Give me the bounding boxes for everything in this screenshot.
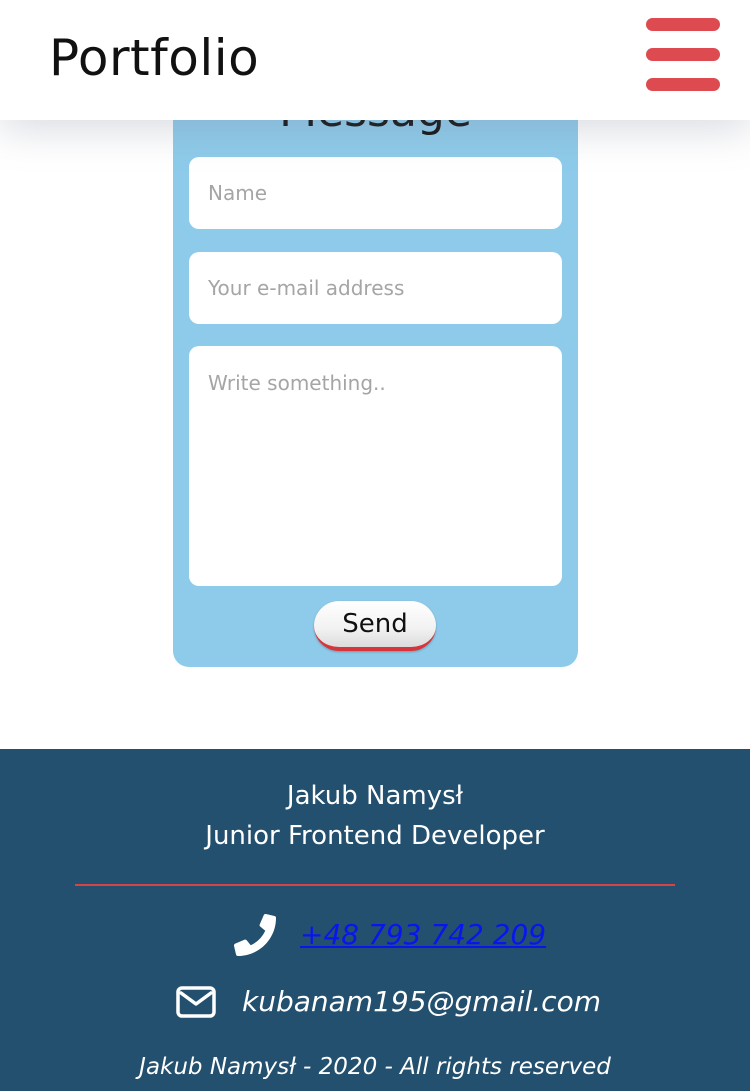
phone-link[interactable]: +48 793 742 209 <box>300 914 546 956</box>
site-footer: Jakub Namysł Junior Frontend Developer +… <box>0 749 750 1091</box>
site-title[interactable]: Portfolio <box>49 28 259 88</box>
footer-author-role: Junior Frontend Developer <box>205 821 545 851</box>
footer-divider <box>75 884 675 886</box>
copyright-text: Jakub Namysł - 2020 - All rights reserve… <box>139 1054 611 1080</box>
send-button[interactable]: Send <box>314 601 436 651</box>
phone-contact: +48 793 742 209 <box>0 914 750 958</box>
email-contact: kubanam195@gmail.com <box>0 981 750 1025</box>
page: Message Send Portfolio Jakub Namysł Juni… <box>0 0 750 1091</box>
contact-form: Message Send <box>173 60 578 667</box>
menu-bar <box>646 78 720 91</box>
email-input[interactable] <box>189 252 562 324</box>
envelope-icon <box>176 986 216 1018</box>
menu-bar <box>646 48 720 61</box>
email-address: kubanam195@gmail.com <box>242 985 601 1018</box>
hamburger-menu-icon[interactable] <box>646 18 720 92</box>
footer-author-name: Jakub Namysł <box>286 781 464 811</box>
name-input[interactable] <box>189 157 562 229</box>
phone-icon <box>234 914 276 956</box>
site-header: Portfolio <box>0 0 750 120</box>
menu-bar <box>646 18 720 31</box>
message-textarea[interactable] <box>189 346 562 586</box>
